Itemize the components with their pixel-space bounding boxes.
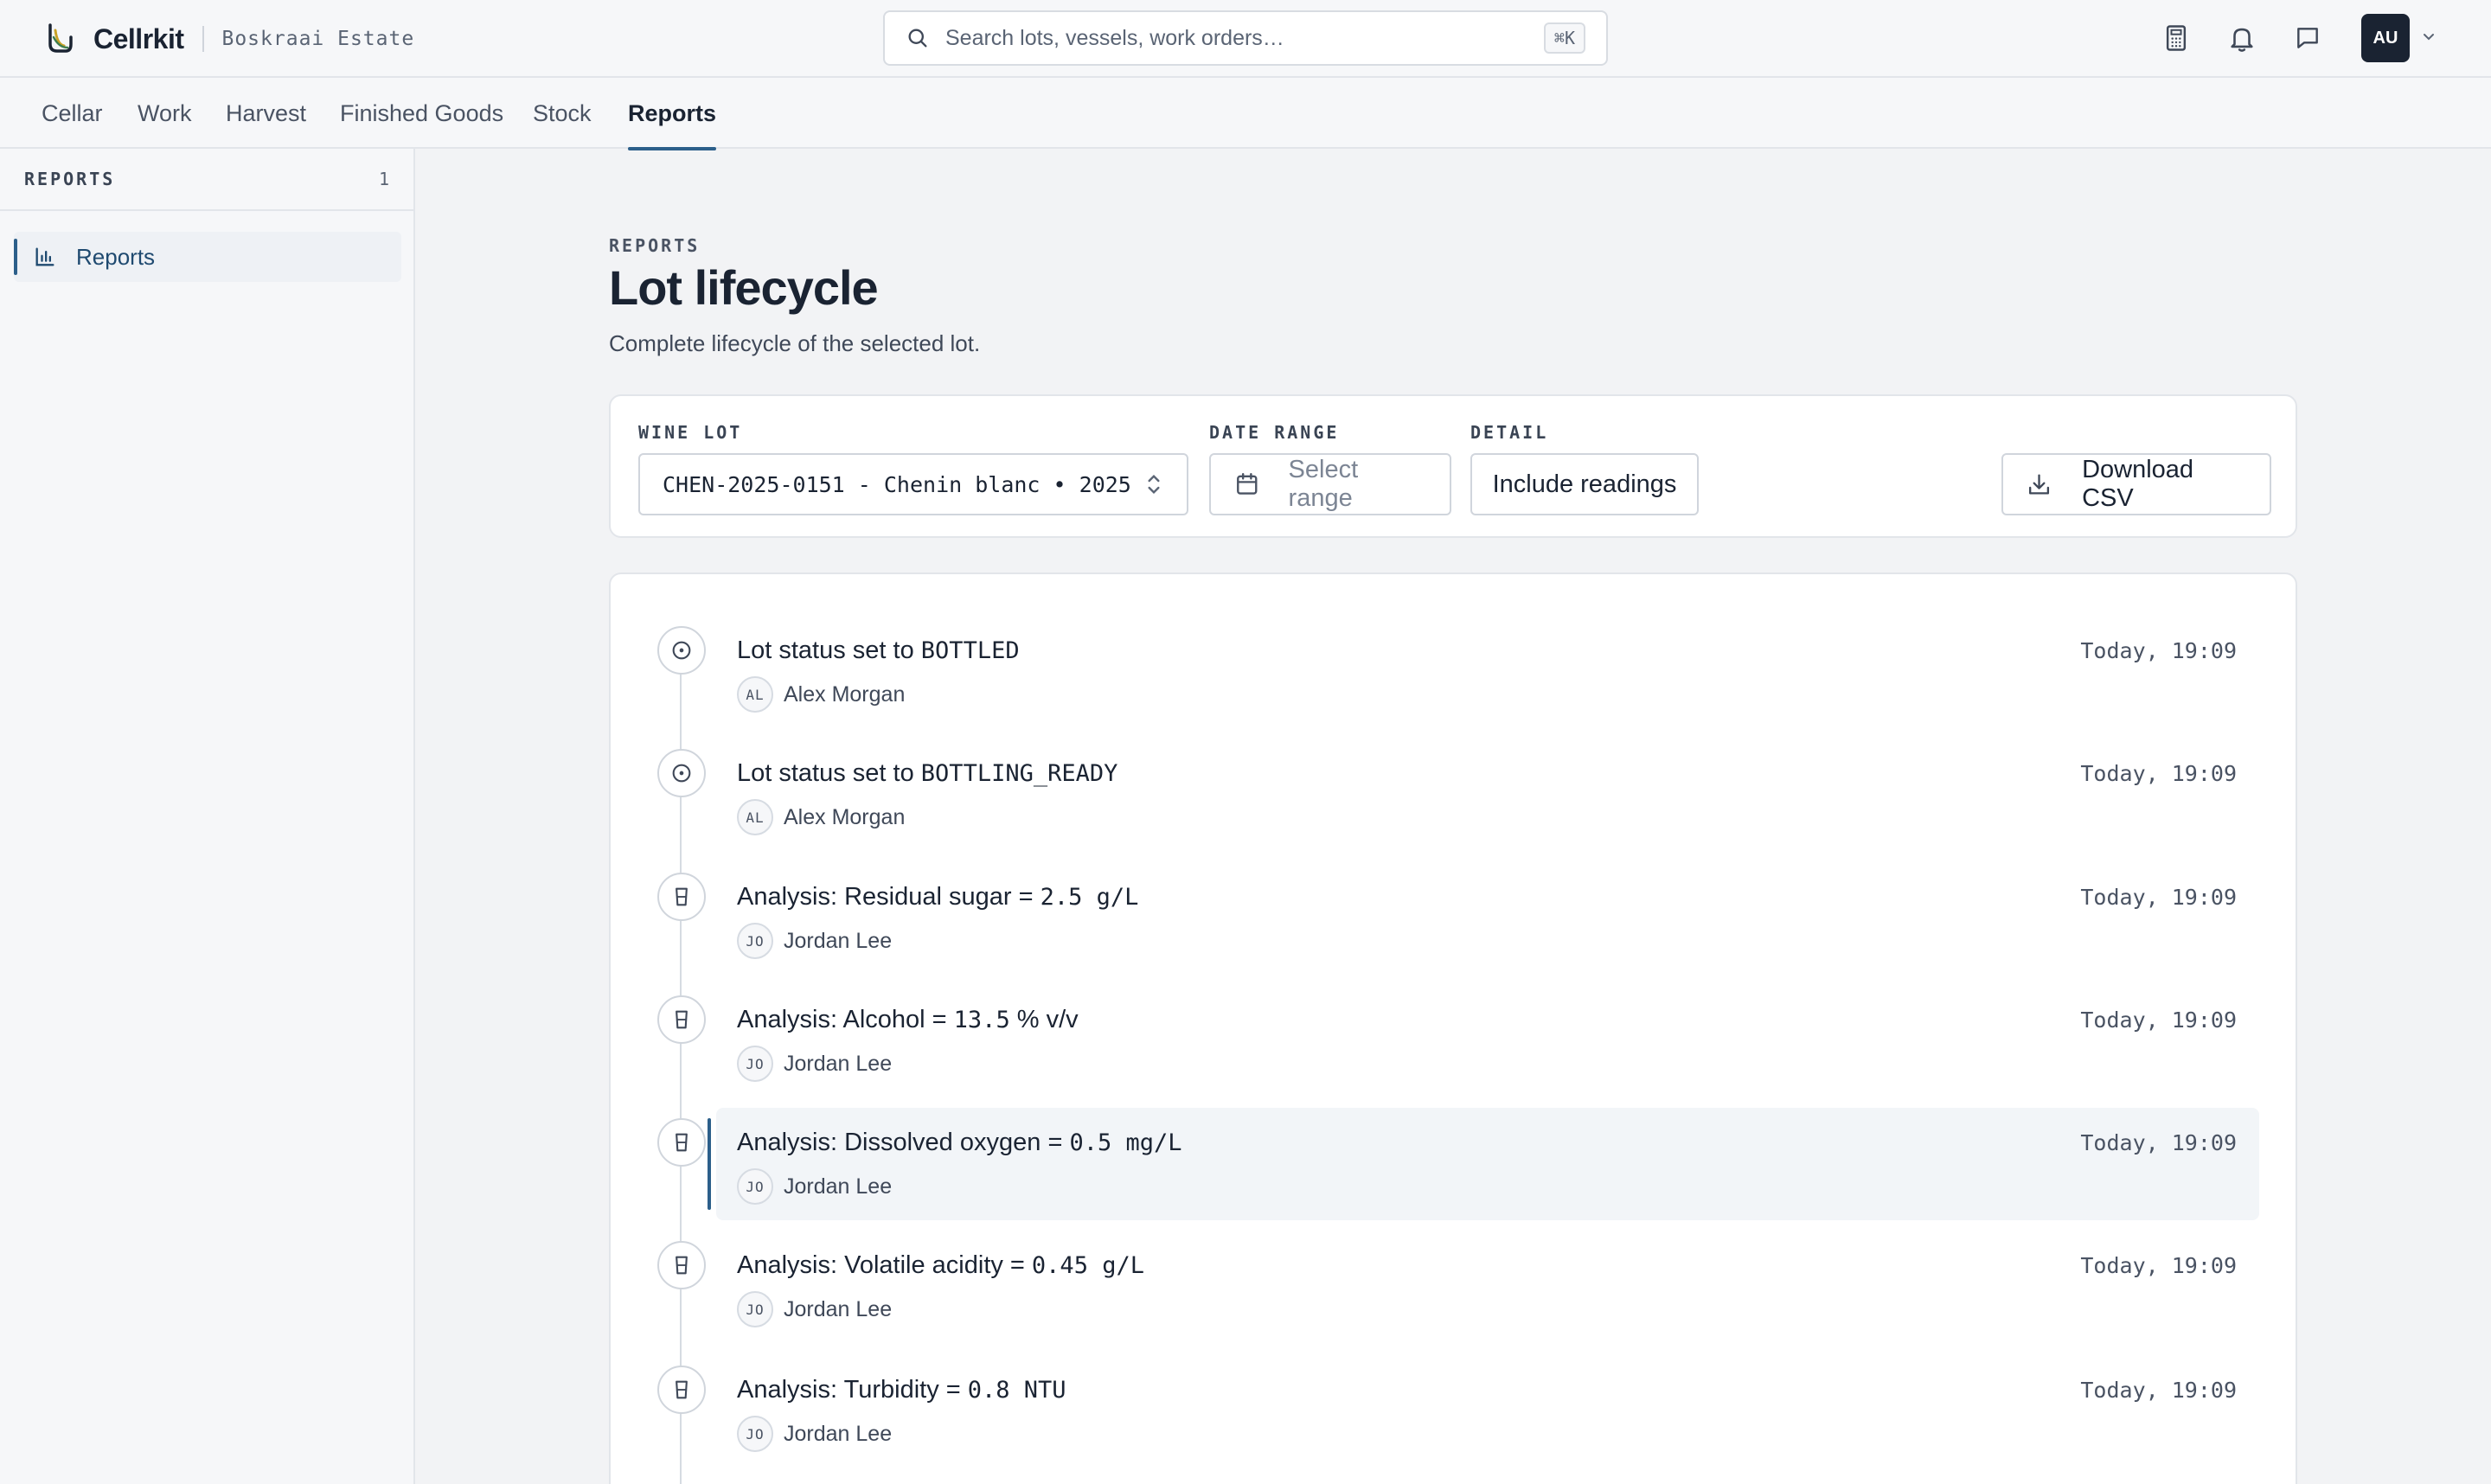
event-user: AL Alex Morgan [737, 676, 905, 713]
filters-panel: WINE LOT DATE RANGE DETAIL CHEN-2025-015… [609, 394, 2297, 538]
user-name: Alex Morgan [784, 804, 906, 829]
page-eyebrow: REPORTS [609, 235, 701, 256]
event-time: Today, 19:09 [2080, 1253, 2237, 1278]
event-title: Lot status set to BOTTLING_READY [737, 759, 1118, 787]
sidebar-item-reports[interactable]: Reports [14, 232, 401, 282]
event-title: Analysis: Volatile acidity = 0.45 g/L [737, 1251, 1144, 1279]
user-initials-avatar: JO [737, 1416, 773, 1452]
chevron-down-icon[interactable] [2418, 26, 2439, 47]
user-initials-avatar: AL [737, 799, 773, 835]
wine-lot-value: CHEN-2025-0151 - Chenin blanc • 2025 [663, 471, 1131, 497]
beaker-icon [657, 1241, 706, 1289]
search-icon [908, 29, 927, 48]
user-initials-avatar: JO [737, 1291, 773, 1327]
event-title: Analysis: Alcohol = 13.5 % v/v [737, 1006, 1079, 1033]
wine-lot-select[interactable]: CHEN-2025-0151 - Chenin blanc • 2025 [638, 453, 1188, 515]
user-name: Jordan Lee [784, 1421, 893, 1446]
date-range-placeholder: Select range [1288, 456, 1359, 512]
calculator-button[interactable] [2157, 19, 2195, 57]
event-user: AL Alex Morgan [737, 799, 905, 835]
download-csv-label: Download CSV [2082, 456, 2194, 512]
user-name: Jordan Lee [784, 928, 893, 953]
main-nav: Cellar Work Harvest Finished Goods Stock… [0, 78, 2491, 150]
messages-button[interactable] [2289, 19, 2327, 57]
event-time: Today, 19:09 [2080, 1007, 2237, 1033]
top-bar: Cellrkit Boskraai Estate ⌘K AU [0, 0, 2491, 78]
user-initials-avatar: JO [737, 1046, 773, 1082]
download-csv-button[interactable]: Download CSV [2001, 453, 2271, 515]
sidebar-title: REPORTS [24, 169, 116, 189]
search-input[interactable] [945, 25, 1544, 51]
sidebar-count: 1 [378, 169, 389, 189]
event-user: JO Jordan Lee [737, 923, 892, 959]
brand[interactable]: Cellrkit Boskraai Estate [45, 17, 414, 61]
timeline-event-selected[interactable]: Analysis: Dissolved oxygen = 0.5 mg/L To… [611, 1108, 2299, 1241]
beaker-icon [657, 1366, 706, 1414]
search-box[interactable]: ⌘K [883, 10, 1608, 66]
timeline-event[interactable]: Lot status set to BOTTLING_READY Today, … [611, 749, 2299, 872]
tab-finished-goods[interactable]: Finished Goods [340, 78, 503, 149]
download-icon [2029, 474, 2050, 495]
brand-divider [202, 26, 205, 52]
updown-chevron-icon [1148, 474, 1160, 495]
timeline-event[interactable]: Analysis: Turbidity = 0.8 NTU Today, 19:… [611, 1366, 2299, 1484]
calendar-icon [1237, 472, 1258, 495]
event-title: Lot status set to BOTTLED [737, 636, 1020, 664]
cellrkit-logo-icon [48, 23, 73, 53]
beaker-icon [657, 995, 706, 1044]
tab-harvest[interactable]: Harvest [226, 78, 306, 149]
event-user: JO Jordan Lee [737, 1046, 892, 1082]
user-avatar[interactable]: AU [2361, 14, 2410, 62]
user-initials-avatar: JO [737, 923, 773, 959]
timeline-event[interactable]: Lot status set to BOTTLED Today, 19:09 A… [611, 626, 2299, 749]
timeline-event[interactable]: Analysis: Alcohol = 13.5 % v/v Today, 19… [611, 995, 2299, 1118]
estate-name: Boskraai Estate [221, 28, 415, 50]
calculator-icon [2166, 25, 2187, 51]
wine-lot-label: WINE LOT [638, 422, 743, 443]
user-name: Jordan Lee [784, 1174, 893, 1199]
tab-work[interactable]: Work [138, 78, 192, 149]
event-user: JO Jordan Lee [737, 1416, 892, 1452]
bar-chart-icon [35, 247, 54, 266]
sidebar-item-label: Reports [76, 243, 156, 270]
event-time: Today, 19:09 [2080, 638, 2237, 663]
sidebar: REPORTS 1 Reports [0, 149, 415, 1484]
event-time: Today, 19:09 [2080, 761, 2237, 786]
include-readings-button[interactable]: Include readings [1470, 453, 1699, 515]
bell-icon [2231, 28, 2253, 52]
timeline-event[interactable]: Analysis: Volatile acidity = 0.45 g/L To… [611, 1241, 2299, 1364]
chat-icon [2297, 28, 2318, 48]
event-time: Today, 19:09 [2080, 885, 2237, 910]
detail-label: DETAIL [1470, 422, 1549, 443]
event-user: JO Jordan Lee [737, 1291, 892, 1327]
lifecycle-timeline: Lot status set to BOTTLED Today, 19:09 A… [609, 572, 2297, 1484]
user-name: Jordan Lee [784, 1296, 893, 1321]
sidebar-header: REPORTS 1 [0, 149, 413, 211]
beaker-icon [657, 873, 706, 921]
date-range-picker[interactable]: Select range [1209, 453, 1451, 515]
page-title: Lot lifecycle [609, 260, 879, 315]
event-title: Analysis: Residual sugar = 2.5 g/L [737, 883, 1139, 911]
event-time: Today, 19:09 [2080, 1378, 2237, 1403]
notifications-button[interactable] [2223, 19, 2261, 57]
event-user: JO Jordan Lee [737, 1168, 892, 1205]
tab-cellar[interactable]: Cellar [42, 78, 103, 149]
tab-stock[interactable]: Stock [533, 78, 592, 149]
status-icon [657, 626, 706, 675]
status-icon [657, 749, 706, 797]
user-initials-avatar: AL [737, 676, 773, 713]
search-shortcut-badge: ⌘K [1543, 22, 1585, 54]
event-title: Analysis: Turbidity = 0.8 NTU [737, 1376, 1066, 1404]
user-name: Alex Morgan [784, 681, 906, 707]
event-time: Today, 19:09 [2080, 1130, 2237, 1155]
event-title: Analysis: Dissolved oxygen = 0.5 mg/L [737, 1129, 1182, 1156]
user-name: Jordan Lee [784, 1051, 893, 1076]
tab-reports[interactable]: Reports [628, 78, 717, 150]
page-description: Complete lifecycle of the selected lot. [609, 330, 981, 356]
beaker-icon [657, 1118, 706, 1167]
timeline-event[interactable]: Analysis: Residual sugar = 2.5 g/L Today… [611, 873, 2299, 995]
user-initials-avatar: JO [737, 1168, 773, 1205]
date-range-label: DATE RANGE [1209, 422, 1340, 443]
app-name: Cellrkit [93, 22, 184, 54]
